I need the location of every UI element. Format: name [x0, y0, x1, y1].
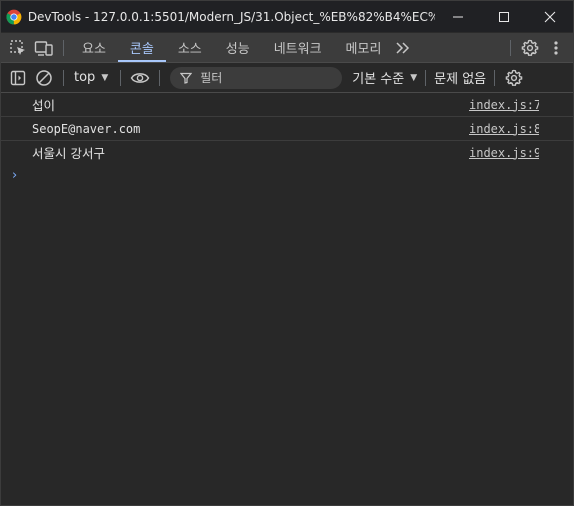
sidebar-toggle-icon — [10, 70, 26, 85]
gear-icon — [521, 39, 539, 56]
window-controls — [435, 1, 573, 32]
toolbar-divider — [159, 69, 161, 86]
maximize-icon — [499, 11, 509, 22]
gear-icon — [505, 69, 523, 86]
panel-tabs: 요소 콘솔 소스 성능 네트워크 메모리 — [70, 33, 393, 62]
console-output: 섭이 index.js:7 SeopE@naver.com index.js:8… — [1, 93, 573, 186]
customize-menu-button[interactable] — [543, 33, 569, 62]
eye-icon — [130, 72, 150, 83]
title-bar: DevTools - 127.0.0.1:5501/Modern_JS/31.O… — [1, 1, 573, 33]
tab-memory[interactable]: 메모리 — [334, 33, 394, 62]
tab-console[interactable]: 콘솔 — [117, 33, 166, 62]
log-levels-label: 기본 수준 — [352, 72, 405, 87]
message-text: 섭이 — [32, 98, 56, 113]
tab-network[interactable]: 네트워크 — [262, 33, 334, 62]
show-sidebar-button[interactable] — [5, 63, 31, 92]
toolbar-divider — [510, 39, 511, 56]
more-tabs-button[interactable] — [393, 33, 413, 62]
double-chevron-right-icon — [396, 41, 410, 54]
close-window-button[interactable] — [527, 1, 573, 32]
device-mode-icon — [34, 40, 53, 56]
inspect-element-button[interactable] — [5, 33, 31, 62]
maximize-button[interactable] — [481, 1, 527, 32]
clear-console-button[interactable] — [31, 63, 57, 92]
toolbar-divider — [63, 39, 64, 56]
live-expression-button[interactable] — [127, 63, 153, 92]
console-message: SeopE@naver.com index.js:8 — [1, 117, 573, 141]
console-message: 섭이 index.js:7 — [1, 93, 573, 117]
devtools-window: DevTools - 127.0.0.1:5501/Modern_JS/31.O… — [0, 0, 574, 506]
minimize-icon — [453, 16, 463, 17]
toolbar-right — [504, 33, 573, 62]
devtools-main-toolbar: 요소 콘솔 소스 성능 네트워크 메모리 — [1, 33, 573, 63]
message-text: 서울시 강서구 — [32, 146, 105, 161]
console-toolbar: top ▼ 필터 기본 수준 ▼ 문제 없음 — [1, 63, 573, 93]
more-vertical-icon — [554, 40, 558, 55]
console-settings-button[interactable] — [501, 63, 527, 92]
inspect-cursor-icon — [10, 39, 25, 55]
clear-icon — [36, 69, 52, 86]
filter-placeholder: 필터 — [200, 71, 223, 85]
toolbar-divider — [63, 69, 64, 86]
tab-sources[interactable]: 소스 — [166, 33, 214, 62]
tab-elements[interactable]: 요소 — [70, 33, 118, 62]
toolbar-divider — [494, 69, 496, 86]
console-prompt[interactable]: › — [1, 164, 573, 186]
source-link[interactable]: index.js:8 — [469, 122, 539, 136]
message-text: SeopE@naver.com — [32, 121, 141, 136]
issues-counter[interactable]: 문제 없음 — [434, 68, 486, 87]
caret-down-icon: ▼ — [101, 72, 109, 83]
context-label: top — [74, 70, 96, 85]
filter-icon — [180, 72, 193, 84]
close-icon — [544, 11, 556, 22]
prompt-chevron-icon: › — [12, 167, 18, 183]
toolbar-divider — [120, 69, 122, 86]
console-message: 서울시 강서구 index.js:9 — [1, 141, 573, 164]
filter-input[interactable]: 필터 — [170, 66, 343, 89]
toolbar-divider — [425, 69, 427, 86]
source-link[interactable]: index.js:9 — [469, 146, 539, 160]
minimize-button[interactable] — [435, 1, 481, 32]
chrome-logo-icon — [6, 9, 22, 24]
tab-performance[interactable]: 성능 — [214, 33, 262, 62]
device-toolbar-button[interactable] — [31, 33, 57, 62]
log-levels-dropdown[interactable]: 기본 수준 ▼ — [352, 68, 417, 87]
context-selector[interactable]: top ▼ — [70, 70, 114, 85]
settings-button[interactable] — [517, 33, 543, 62]
source-link[interactable]: index.js:7 — [469, 98, 539, 112]
caret-down-icon: ▼ — [410, 72, 418, 83]
window-title: DevTools - 127.0.0.1:5501/Modern_JS/31.O… — [27, 9, 435, 24]
